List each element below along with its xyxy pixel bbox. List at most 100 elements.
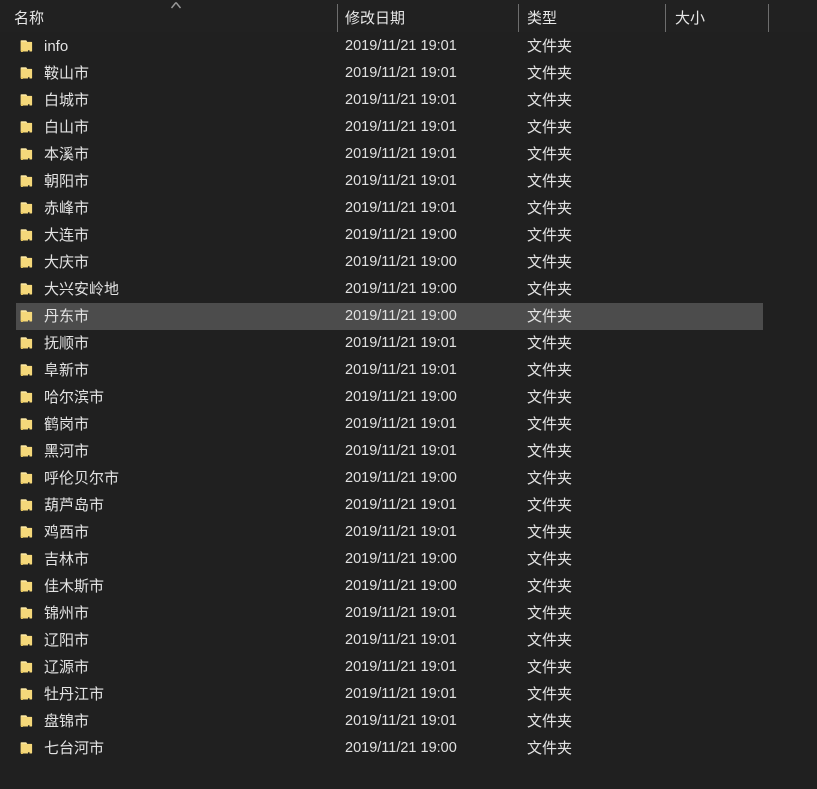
column-header-name-label: 名称 <box>14 10 45 27</box>
file-size-cell <box>675 546 760 573</box>
date-modified-cell: 2019/11/21 19:01 <box>345 416 457 432</box>
file-type-cell: 文件夹 <box>527 227 573 244</box>
table-row[interactable]: 鹤岗市 2019/11/21 19:01 文件夹 <box>0 411 817 438</box>
table-row[interactable]: 朝阳市 2019/11/21 19:01 文件夹 <box>0 168 817 195</box>
column-header-name[interactable]: 名称 <box>14 0 164 33</box>
folder-icon <box>19 416 36 433</box>
folder-icon <box>19 254 36 271</box>
folder-icon <box>19 443 36 460</box>
folder-icon <box>19 524 36 541</box>
date-modified-cell: 2019/11/21 19:01 <box>345 119 457 135</box>
file-name-cell: 七台河市 <box>44 740 105 757</box>
file-size-cell <box>675 276 760 303</box>
date-modified-cell: 2019/11/21 19:01 <box>345 659 457 675</box>
folder-icon <box>19 146 36 163</box>
column-header-date[interactable]: 修改日期 <box>345 0 510 33</box>
folder-icon <box>19 686 36 703</box>
file-size-cell <box>675 141 760 168</box>
file-size-cell <box>675 384 760 411</box>
file-name-cell: 鸡西市 <box>44 524 90 541</box>
table-row[interactable]: 大庆市 2019/11/21 19:00 文件夹 <box>0 249 817 276</box>
table-row[interactable]: info 2019/11/21 19:01 文件夹 <box>0 33 817 60</box>
file-name-cell: 黑河市 <box>44 443 90 460</box>
folder-icon <box>19 659 36 676</box>
table-row[interactable]: 吉林市 2019/11/21 19:00 文件夹 <box>0 546 817 573</box>
table-row[interactable]: 七台河市 2019/11/21 19:00 文件夹 <box>0 735 817 762</box>
file-size-cell <box>675 60 760 87</box>
column-divider-3[interactable] <box>665 4 666 32</box>
date-modified-cell: 2019/11/21 19:01 <box>345 362 457 378</box>
file-name-cell: 大庆市 <box>44 254 90 271</box>
table-row[interactable]: 哈尔滨市 2019/11/21 19:00 文件夹 <box>0 384 817 411</box>
date-modified-cell: 2019/11/21 19:00 <box>345 389 457 405</box>
file-type-cell: 文件夹 <box>527 254 573 271</box>
table-row[interactable] <box>0 762 817 789</box>
file-name-cell: 大连市 <box>44 227 90 244</box>
table-row[interactable]: 呼伦贝尔市 2019/11/21 19:00 文件夹 <box>0 465 817 492</box>
column-header-type[interactable]: 类型 <box>527 0 657 33</box>
file-type-cell: 文件夹 <box>527 713 573 730</box>
file-name-cell: 丹东市 <box>44 308 90 325</box>
column-header-size[interactable]: 大小 <box>675 0 760 33</box>
column-divider-2[interactable] <box>518 4 519 32</box>
table-row[interactable]: 抚顺市 2019/11/21 19:01 文件夹 <box>0 330 817 357</box>
file-type-cell: 文件夹 <box>527 470 573 487</box>
file-list: info 2019/11/21 19:01 文件夹 鞍山市 2019/11/21 19:… <box>0 33 817 789</box>
date-modified-cell: 2019/11/21 19:01 <box>345 146 457 162</box>
table-row[interactable]: 葫芦岛市 2019/11/21 19:01 文件夹 <box>0 492 817 519</box>
file-name-cell: 抚顺市 <box>44 335 90 352</box>
table-row[interactable]: 鸡西市 2019/11/21 19:01 文件夹 <box>0 519 817 546</box>
table-row[interactable]: 盘锦市 2019/11/21 19:01 文件夹 <box>0 708 817 735</box>
folder-icon <box>19 551 36 568</box>
file-name-cell: 哈尔滨市 <box>44 389 105 406</box>
file-size-cell <box>675 303 760 330</box>
file-size-cell <box>675 681 760 708</box>
file-type-cell: 文件夹 <box>527 740 573 757</box>
folder-icon <box>19 173 36 190</box>
file-size-cell <box>675 492 760 519</box>
table-row[interactable]: 佳木斯市 2019/11/21 19:00 文件夹 <box>0 573 817 600</box>
table-row[interactable]: 白城市 2019/11/21 19:01 文件夹 <box>0 87 817 114</box>
table-row[interactable]: 牡丹江市 2019/11/21 19:01 文件夹 <box>0 681 817 708</box>
table-row[interactable]: 辽阳市 2019/11/21 19:01 文件夹 <box>0 627 817 654</box>
table-row[interactable]: 大连市 2019/11/21 19:00 文件夹 <box>0 222 817 249</box>
file-size-cell <box>675 168 760 195</box>
date-modified-cell: 2019/11/21 19:00 <box>345 308 457 324</box>
date-modified-cell: 2019/11/21 19:00 <box>345 551 457 567</box>
table-row[interactable]: 赤峰市 2019/11/21 19:01 文件夹 <box>0 195 817 222</box>
table-row[interactable]: 白山市 2019/11/21 19:01 文件夹 <box>0 114 817 141</box>
file-type-cell: 文件夹 <box>527 362 573 379</box>
file-name-cell: 锦州市 <box>44 605 90 622</box>
date-modified-cell: 2019/11/21 19:00 <box>345 470 457 486</box>
file-size-cell <box>675 87 760 114</box>
table-row[interactable]: 辽源市 2019/11/21 19:01 文件夹 <box>0 654 817 681</box>
file-size-cell <box>675 222 760 249</box>
table-row[interactable]: 大兴安岭地 2019/11/21 19:00 文件夹 <box>0 276 817 303</box>
file-type-cell: 文件夹 <box>527 551 573 568</box>
file-name-cell: 赤峰市 <box>44 200 90 217</box>
date-modified-cell: 2019/11/21 19:01 <box>345 173 457 189</box>
table-row[interactable]: 黑河市 2019/11/21 19:01 文件夹 <box>0 438 817 465</box>
table-row[interactable]: 丹东市 2019/11/21 19:00 文件夹 <box>0 303 817 330</box>
file-explorer-list-view: 名称 修改日期 类型 大小 info 2019/11/21 19:01 文件夹 鞍山市… <box>0 0 817 775</box>
column-header-row: 名称 修改日期 类型 大小 <box>0 0 817 33</box>
file-size-cell <box>675 357 760 384</box>
file-name-cell: 辽源市 <box>44 659 90 676</box>
table-row[interactable]: 阜新市 2019/11/21 19:01 文件夹 <box>0 357 817 384</box>
table-row[interactable]: 锦州市 2019/11/21 19:01 文件夹 <box>0 600 817 627</box>
date-modified-cell: 2019/11/21 19:01 <box>345 713 457 729</box>
folder-icon <box>19 308 36 325</box>
file-type-cell: 文件夹 <box>527 65 573 82</box>
table-row[interactable]: 鞍山市 2019/11/21 19:01 文件夹 <box>0 60 817 87</box>
column-divider-4[interactable] <box>768 4 769 32</box>
table-row[interactable]: 本溪市 2019/11/21 19:01 文件夹 <box>0 141 817 168</box>
date-modified-cell: 2019/11/21 19:01 <box>345 200 457 216</box>
file-type-cell: 文件夹 <box>527 443 573 460</box>
file-type-cell: 文件夹 <box>527 38 573 55</box>
date-modified-cell: 2019/11/21 19:00 <box>345 227 457 243</box>
date-modified-cell: 2019/11/21 19:01 <box>345 686 457 702</box>
folder-icon <box>19 281 36 298</box>
column-divider-1[interactable] <box>337 4 338 32</box>
file-size-cell <box>675 519 760 546</box>
file-size-cell <box>675 249 760 276</box>
